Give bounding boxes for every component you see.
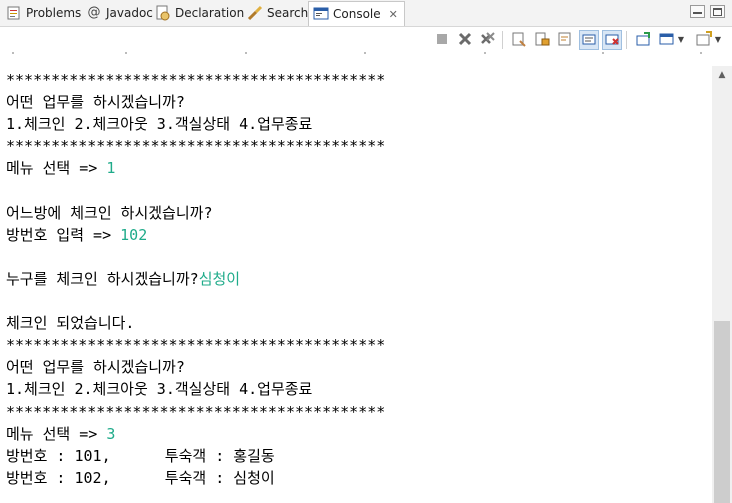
scroll-up-icon[interactable]: ▲: [712, 66, 732, 83]
toolbar-separator: [502, 31, 503, 49]
maximize-button[interactable]: [710, 5, 725, 18]
console-output[interactable]: ****************************************…: [0, 66, 712, 503]
ruler-tick: [364, 52, 366, 54]
console-text: 어떤 업무를 하시겠습니까?: [6, 93, 185, 112]
user-input-text: 심청이: [198, 269, 241, 288]
pin-console-button[interactable]: [634, 30, 652, 48]
open-console-dropdown[interactable]: ▼: [713, 30, 723, 48]
show-on-stdout-button[interactable]: [579, 30, 599, 50]
console-toolbar: ▼ ▼: [0, 27, 732, 51]
close-icon[interactable]: ✕: [389, 8, 398, 21]
tab-javadoc[interactable]: @ Javadoc: [86, 2, 153, 24]
terminate-button[interactable]: [433, 30, 451, 48]
console-line: 메뉴 선택 => 1: [6, 157, 115, 179]
console-line: 메뉴 선택 => 3: [6, 423, 115, 445]
console-line: 1.체크인 2.체크아웃 3.객실상태 4.업무종료: [6, 113, 312, 135]
console-text: 누구를 체크인 하시겠습니까?: [6, 269, 199, 288]
console-text: 1.체크인 2.체크아웃 3.객실상태 4.업무종료: [6, 380, 313, 399]
console-text: 방번호 : 101, 투숙객 : 홍길동: [6, 446, 275, 465]
user-input-text: 102: [120, 225, 148, 244]
remove-icon: [458, 32, 472, 46]
console-line: ****************************************…: [6, 334, 385, 356]
console-text: 1.체크인 2.체크아웃 3.객실상태 4.업무종료: [6, 115, 313, 134]
tab-console[interactable]: Console ✕: [308, 1, 405, 26]
vertical-scrollbar[interactable]: ▲: [712, 66, 732, 503]
minimize-icon: [693, 12, 702, 14]
tab-label: Console: [333, 7, 381, 21]
tab-label: Javadoc: [106, 6, 153, 20]
console-text: 메뉴 선택 =>: [6, 159, 107, 178]
terminate-icon: [437, 34, 447, 44]
console-text: 메뉴 선택 =>: [6, 424, 107, 443]
console-line: 어떤 업무를 하시겠습니까?: [6, 91, 185, 113]
remove-all-icon: [481, 32, 495, 44]
minimize-button[interactable]: [690, 5, 705, 18]
tab-label: Problems: [26, 6, 82, 20]
console-text: 체크인 되었습니다.: [6, 314, 135, 333]
user-input-text: 1: [106, 159, 116, 178]
console-line: 방번호 : 101, 투숙객 : 홍길동: [6, 445, 275, 467]
show-on-stderr-button[interactable]: [602, 30, 622, 50]
console-line: 방번호 입력 => 102: [6, 224, 147, 246]
ruler-tick: [125, 52, 127, 54]
console-line: 어떤 업무를 하시겠습니까?: [6, 356, 185, 378]
ruler-tick: [245, 52, 247, 54]
scroll-lock-button[interactable]: [533, 30, 551, 48]
console-text: ****************************************…: [6, 336, 386, 355]
console-line: 체크인 되었습니다.: [6, 312, 134, 334]
chevron-down-icon: ▼: [714, 34, 722, 44]
console-text: ****************************************…: [6, 137, 386, 156]
console-icon: [313, 6, 329, 22]
javadoc-icon: @: [87, 5, 101, 20]
chevron-down-icon: ▼: [677, 34, 685, 44]
maximize-icon: [713, 8, 722, 16]
clear-console-icon: [512, 32, 526, 47]
console-text: 방번호 : 102, 투숙객 : 심청이: [6, 468, 275, 487]
ruler-tick: [484, 52, 486, 54]
open-console-button[interactable]: [695, 30, 713, 48]
console-line: 1.체크인 2.체크아웃 3.객실상태 4.업무종료: [6, 378, 312, 400]
ruler-tick: [12, 52, 14, 54]
scroll-lock-icon: [535, 32, 550, 46]
problems-icon: [6, 5, 22, 21]
user-input-text: 3: [106, 424, 116, 443]
word-wrap-icon: [558, 32, 571, 46]
tab-problems[interactable]: Problems: [6, 2, 81, 24]
view-tab-bar: Problems @ Javadoc Declaration Search Co…: [0, 0, 732, 27]
console-line: 방번호 : 102, 투숙객 : 심청이: [6, 467, 275, 489]
remove-launch-button[interactable]: [456, 30, 474, 48]
search-icon: [247, 5, 263, 21]
pin-console-icon: [636, 32, 650, 46]
display-selected-console-button[interactable]: [658, 30, 676, 48]
console-line: 누구를 체크인 하시겠습니까?심청이: [6, 268, 240, 290]
toolbar-separator: [626, 31, 627, 49]
console-line: 어느방에 체크인 하시겠습니까?: [6, 202, 213, 224]
show-stderr-icon: [605, 34, 619, 45]
remove-all-terminated-button[interactable]: [479, 30, 497, 48]
declaration-icon: [155, 5, 171, 21]
console-text: ****************************************…: [6, 402, 386, 421]
console-text: 어느방에 체크인 하시겠습니까?: [6, 203, 213, 222]
display-console-icon: [659, 33, 674, 45]
console-line: ****************************************…: [6, 401, 385, 423]
console-text: 어떤 업무를 하시겠습니까?: [6, 358, 185, 377]
scrollbar-thumb[interactable]: [714, 321, 730, 503]
word-wrap-button[interactable]: [556, 30, 574, 48]
open-console-icon: [696, 31, 712, 46]
console-text: 방번호 입력 =>: [6, 225, 121, 244]
tab-label: Search: [267, 6, 309, 20]
display-console-dropdown[interactable]: ▼: [676, 30, 686, 48]
tab-declaration[interactable]: Declaration: [155, 2, 244, 24]
ruler-tick: [602, 52, 604, 54]
clear-console-button[interactable]: [510, 30, 528, 48]
show-stdout-icon: [582, 34, 596, 45]
console-line: ****************************************…: [6, 69, 385, 91]
tab-search[interactable]: Search: [247, 2, 308, 24]
console-line: ****************************************…: [6, 135, 385, 157]
ruler-tick: [700, 52, 702, 54]
console-text: ****************************************…: [6, 71, 386, 89]
tab-label: Declaration: [175, 6, 245, 20]
